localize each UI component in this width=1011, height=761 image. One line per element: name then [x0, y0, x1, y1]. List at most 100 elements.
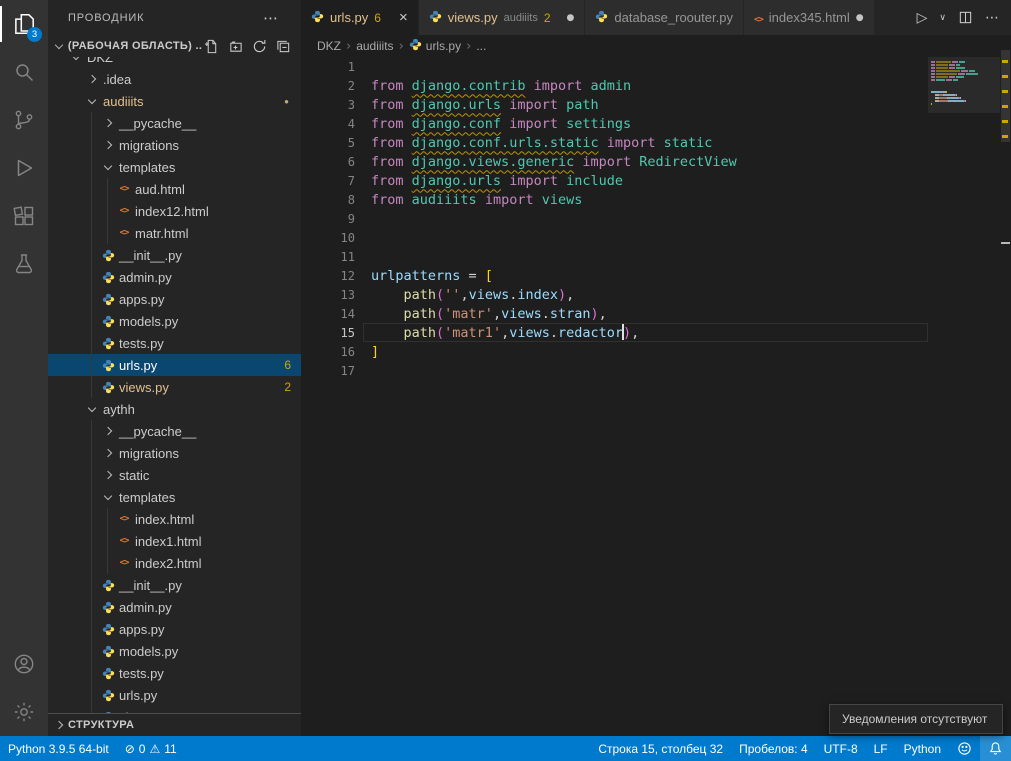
activity-source-control[interactable]	[0, 96, 48, 144]
indent-guide	[91, 288, 92, 310]
tree-item-urls-py[interactable]: urls.py6	[48, 354, 301, 376]
split-editor-button[interactable]	[958, 10, 973, 25]
tree-item-pycache[interactable]: __pycache__	[48, 112, 301, 134]
tree-item-apps-py[interactable]: apps.py	[48, 288, 301, 310]
tree-item-tests-py[interactable]: tests.py	[48, 332, 301, 354]
tree-item-index-html[interactable]: <>index.html	[48, 508, 301, 530]
status-eol[interactable]: LF	[866, 736, 896, 761]
collapse-all-icon[interactable]	[275, 38, 291, 54]
code-line-3[interactable]: 3from django.urls import path	[301, 95, 928, 114]
code-line-16[interactable]: 16]	[301, 342, 928, 361]
tree-item-models-py[interactable]: models.py	[48, 640, 301, 662]
breadcrumb-item-urls-py[interactable]: urls.py	[409, 38, 461, 54]
tree-item-index1-html[interactable]: <>index1.html	[48, 530, 301, 552]
code-line-9[interactable]: 9	[301, 209, 928, 228]
outline-section-header[interactable]: СТРУКТУРА	[48, 713, 301, 736]
minimap[interactable]	[928, 57, 1000, 736]
run-python-file-button[interactable]: ▷	[917, 10, 928, 26]
code-line-5[interactable]: 5from django.conf.urls.static import sta…	[301, 133, 928, 152]
code-line-15[interactable]: 15 path('matr1',views.redactor),	[301, 323, 928, 342]
run-dropdown-button[interactable]: ∨	[939, 13, 946, 23]
tree-item-pycache[interactable]: __pycache__	[48, 420, 301, 442]
indent-guide	[107, 222, 108, 244]
tree-item-aythh[interactable]: aythh	[48, 398, 301, 420]
tree-item-aud-html[interactable]: <>aud.html	[48, 178, 301, 200]
new-folder-icon[interactable]	[227, 38, 243, 54]
indent-guide	[91, 508, 92, 530]
code-editor[interactable]: 12from django.contrib import admin3from …	[301, 57, 928, 736]
code-line-7[interactable]: 7from django.urls import include	[301, 171, 928, 190]
code-line-1[interactable]: 1	[301, 57, 928, 76]
tree-item-migrations[interactable]: migrations	[48, 134, 301, 156]
tab-views-py[interactable]: views.pyaudiiits2●	[419, 0, 586, 35]
errors-icon: ⊘	[125, 742, 135, 756]
tree-item-idea[interactable]: .idea	[48, 68, 301, 90]
tree-item-admin-py[interactable]: admin.py	[48, 596, 301, 618]
tree-item-views-py[interactable]: views.py2	[48, 376, 301, 398]
code-line-17[interactable]: 17	[301, 361, 928, 380]
tree-item-matr-html[interactable]: <>matr.html	[48, 222, 301, 244]
tree-item-index12-html[interactable]: <>index12.html	[48, 200, 301, 222]
status-cursor-position[interactable]: Строка 15, столбец 32	[590, 736, 731, 761]
status-python-interpreter[interactable]: Python 3.9.5 64-bit	[0, 736, 117, 761]
tree-item-urls-py[interactable]: urls.py	[48, 684, 301, 706]
tree-item-dkz[interactable]: DKZ	[48, 57, 301, 68]
status-notifications[interactable]	[980, 736, 1011, 761]
close-icon[interactable]: ×	[399, 9, 408, 26]
breadcrumb-item-dkz[interactable]: DKZ	[317, 39, 341, 53]
more-actions-button[interactable]: ⋯	[985, 10, 999, 26]
status-feedback[interactable]	[949, 736, 980, 761]
tab-database-roouter-py[interactable]: database_roouter.py	[585, 0, 744, 35]
code-line-6[interactable]: 6from django.views.generic import Redire…	[301, 152, 928, 171]
indent-guide	[91, 574, 92, 596]
status-indentation[interactable]: Пробелов: 4	[731, 736, 816, 761]
tree-item-templates[interactable]: templates	[48, 156, 301, 178]
breadcrumb-item-[interactable]: ...	[476, 39, 486, 53]
code-line-4[interactable]: 4from django.conf import settings	[301, 114, 928, 133]
code-line-11[interactable]: 11	[301, 247, 928, 266]
more-actions-icon[interactable]: ⋯	[263, 9, 279, 27]
warning-mark	[1002, 120, 1008, 123]
breadcrumb-item-audiiits[interactable]: audiiits	[356, 39, 393, 53]
activity-explorer[interactable]: 3	[0, 0, 48, 48]
status-language-mode[interactable]: Python	[896, 736, 949, 761]
code-line-14[interactable]: 14 path('matr',views.stran),	[301, 304, 928, 323]
activity-extensions[interactable]	[0, 192, 48, 240]
refresh-icon[interactable]	[251, 38, 267, 54]
code-line-2[interactable]: 2from django.contrib import admin	[301, 76, 928, 95]
tree-item-static[interactable]: static	[48, 464, 301, 486]
status-problems[interactable]: ⊘0⚠11	[117, 736, 185, 761]
code-line-12[interactable]: 12urlpatterns = [	[301, 266, 928, 285]
activity-manage[interactable]	[0, 688, 48, 736]
workspace-section-header[interactable]: (РАБОЧАЯ ОБЛАСТЬ) ...	[48, 35, 301, 57]
tree-item-audiiits[interactable]: audiiits●	[48, 90, 301, 112]
html-file-icon: <>	[116, 536, 132, 546]
code-line-10[interactable]: 10	[301, 228, 928, 247]
modified-dot-icon[interactable]: ●	[856, 13, 864, 23]
tree-item-init-py[interactable]: __init__.py	[48, 244, 301, 266]
workspace-actions	[203, 38, 301, 54]
tree-item-label: index2.html	[135, 556, 201, 571]
code-line-8[interactable]: 8from audiiits import views	[301, 190, 928, 209]
tree-item-migrations[interactable]: migrations	[48, 442, 301, 464]
tree-item-apps-py[interactable]: apps.py	[48, 618, 301, 640]
tree-item-admin-py[interactable]: admin.py	[48, 266, 301, 288]
tree-item-init-py[interactable]: __init__.py	[48, 574, 301, 596]
breadcrumb-label: audiiits	[356, 39, 393, 53]
status-encoding[interactable]: UTF-8	[816, 736, 866, 761]
tab-index345-html[interactable]: <>index345.html●	[744, 0, 875, 35]
new-file-icon[interactable]	[203, 38, 219, 54]
activity-run-and-debug[interactable]	[0, 144, 48, 192]
activity-testing[interactable]	[0, 240, 48, 288]
tree-item-tests-py[interactable]: tests.py	[48, 662, 301, 684]
tree-item-templates[interactable]: templates	[48, 486, 301, 508]
activity-accounts[interactable]	[0, 640, 48, 688]
status-bar: Python 3.9.5 64-bit⊘0⚠11 Строка 15, столб…	[0, 736, 1011, 761]
code-line-13[interactable]: 13 path('',views.index),	[301, 285, 928, 304]
modified-dot-icon[interactable]: ●	[567, 13, 575, 23]
tree-item-models-py[interactable]: models.py	[48, 310, 301, 332]
tab-urls-py[interactable]: urls.py6×	[301, 0, 419, 35]
tree-item-index2-html[interactable]: <>index2.html	[48, 552, 301, 574]
scrollbar-slider[interactable]	[1001, 50, 1010, 142]
activity-search[interactable]	[0, 48, 48, 96]
